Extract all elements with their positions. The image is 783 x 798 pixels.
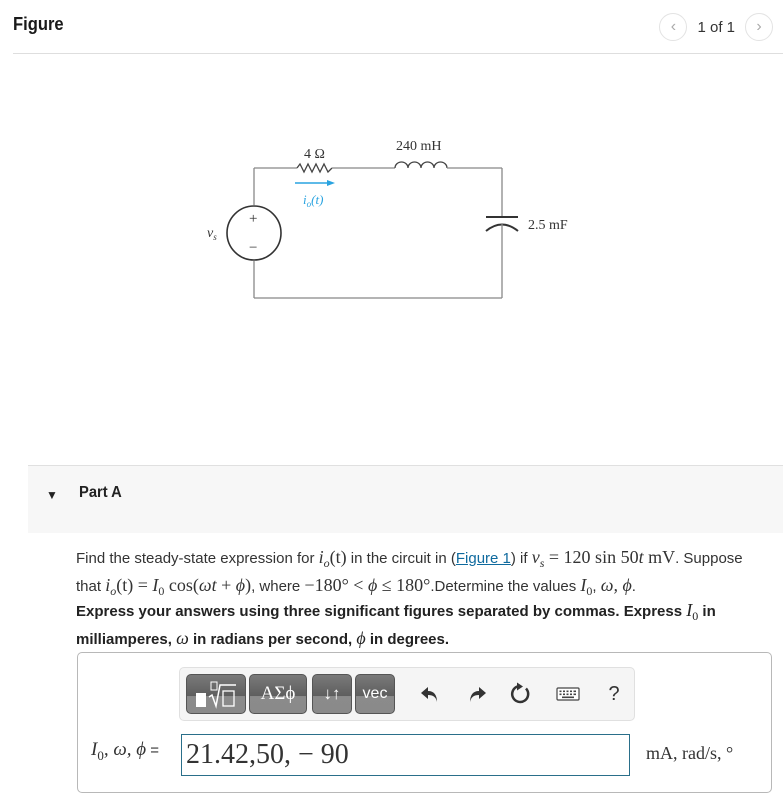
part-title: Part A (79, 484, 122, 501)
resistor (296, 162, 333, 174)
undo-button[interactable] (416, 680, 444, 708)
question-line-1: Find the steady-state expression for io(… (76, 547, 743, 570)
templates-button[interactable] (186, 674, 246, 714)
redo-icon (470, 687, 486, 702)
keyboard-icon (556, 687, 580, 701)
part-a-header[interactable]: ▼ Part A (28, 465, 783, 533)
answer-instructions: Express your answers using three signifi… (76, 600, 716, 648)
figure-header: Figure ‹ 1 of 1 › (0, 0, 783, 54)
pager-text: 1 of 1 (697, 18, 735, 36)
source-plus: + (249, 211, 257, 227)
source-minus: − (249, 240, 257, 256)
chevron-left-icon: ‹ (670, 18, 677, 35)
capacitor-label: 2.5 mF (528, 218, 568, 233)
reset-icon (511, 682, 530, 704)
greek-symbols-button[interactable]: ΑΣϕ (249, 674, 307, 714)
resistor-label: 4 Ω (304, 147, 325, 162)
chevron-right-icon: › (756, 18, 762, 35)
inductor-label: 240 mH (396, 139, 442, 154)
answer-units: mA, rad/s, ° (646, 743, 734, 763)
inductor (394, 161, 448, 169)
vector-button[interactable]: vec (355, 674, 395, 714)
figure-divider (13, 53, 783, 54)
help-button[interactable]: ? (600, 680, 628, 708)
keyboard-button[interactable] (554, 680, 582, 708)
figure-1-link[interactable]: Figure 1 (456, 550, 511, 567)
source-label: vs (207, 226, 217, 242)
reset-button[interactable] (507, 680, 535, 708)
collapse-triangle-icon[interactable]: ▼ (46, 488, 58, 502)
redo-button[interactable] (463, 680, 491, 708)
circuit-diagram: 4 Ω 240 mH 2.5 mF io(t) vs + − (207, 139, 568, 299)
subscript-superscript-button[interactable]: ↓↑ (312, 674, 352, 714)
question-line-2: that io(t) = I0 cos(ωt + ϕ), where −180°… (76, 575, 636, 598)
undo-icon (421, 687, 437, 702)
prev-figure-button[interactable]: ‹ (659, 13, 688, 41)
answer-label: I0, ω, ϕ = (91, 739, 160, 763)
next-figure-button[interactable]: › (745, 13, 773, 41)
current-label: io(t) (303, 192, 323, 209)
answer-input[interactable]: 21.42,50, − 90 (181, 734, 630, 776)
question-text: Find the steady-state expression for io(… (76, 546, 783, 602)
current-arrow-head (327, 180, 335, 186)
figure-title: Figure (13, 14, 64, 34)
templates-icon (196, 681, 236, 709)
figure-pager: ‹ 1 of 1 › (659, 13, 773, 41)
answer-box: ΑΣϕ ↓↑ vec ? I0, ω, ϕ = 21.42,50, − 90 m… (77, 652, 772, 793)
math-toolbar: ΑΣϕ ↓↑ vec ? (179, 667, 635, 721)
